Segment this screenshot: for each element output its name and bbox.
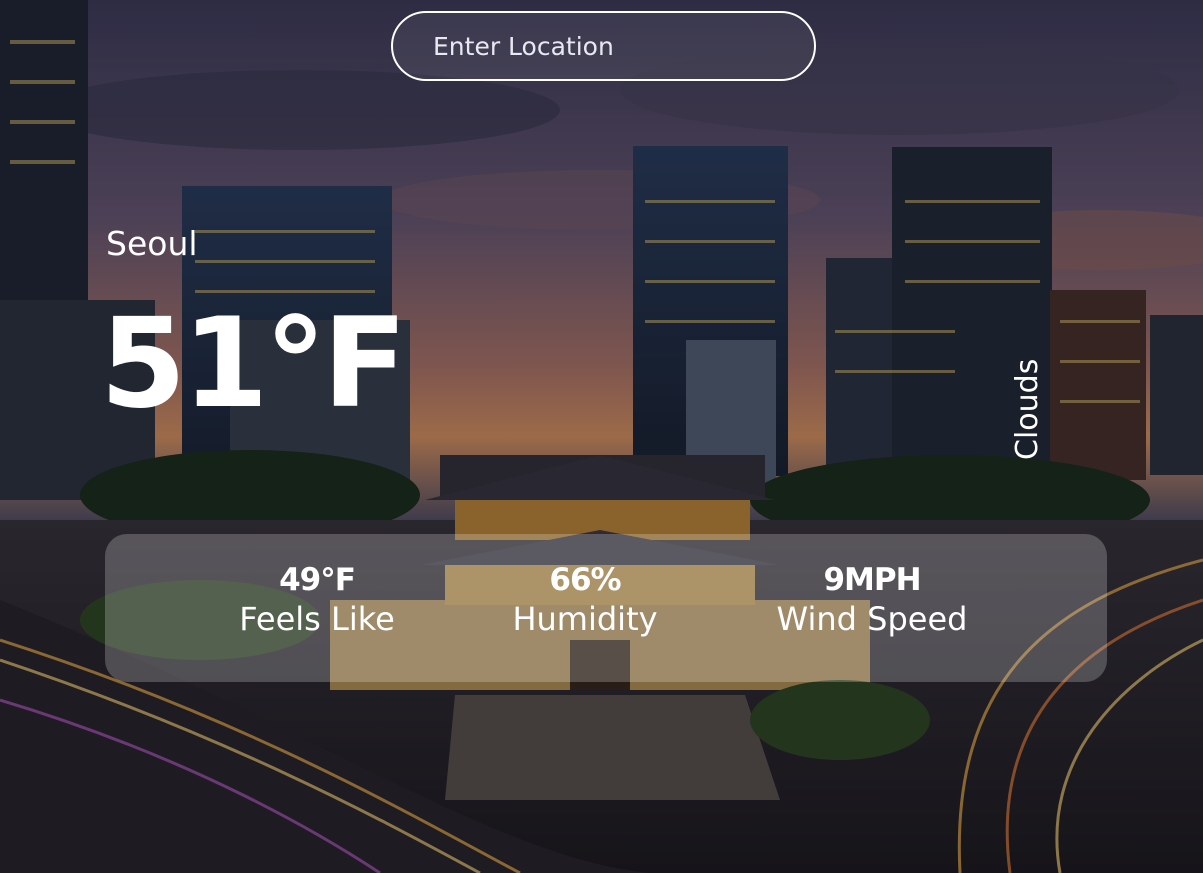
wind-speed-label: Wind Speed: [776, 600, 968, 639]
weather-condition: Clouds: [1010, 358, 1045, 460]
wind-speed-stat: 9MPH Wind Speed: [742, 562, 1002, 639]
location-search-box[interactable]: [391, 11, 816, 81]
city-name: Seoul: [106, 224, 198, 263]
feels-like-label: Feels Like: [239, 600, 395, 639]
humidity-label: Humidity: [512, 600, 658, 639]
feels-like-value: 49°F: [279, 562, 356, 598]
humidity-stat: 66% Humidity: [455, 562, 715, 639]
feels-like-stat: 49°F Feels Like: [187, 562, 447, 639]
wind-speed-value: 9MPH: [823, 562, 921, 598]
location-search-input[interactable]: [431, 30, 795, 62]
current-temperature: 51°F: [100, 292, 407, 436]
weather-stats-panel: 49°F Feels Like 66% Humidity 9MPH Wind S…: [105, 534, 1107, 682]
humidity-value: 66%: [549, 562, 621, 598]
weather-app: Seoul 51°F Clouds 49°F Feels Like 66% Hu…: [0, 0, 1203, 873]
